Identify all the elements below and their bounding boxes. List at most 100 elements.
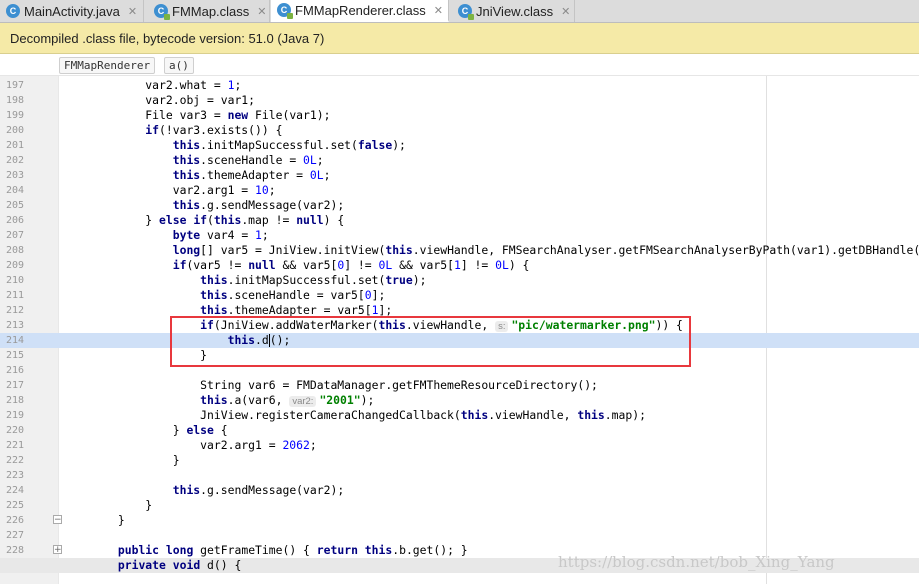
code-text: JniView.registerCameraChangedCallback(th…: [63, 408, 646, 422]
code-line[interactable]: 224 this.g.sendMessage(var2);: [0, 483, 919, 498]
close-icon[interactable]: ✕: [434, 4, 443, 17]
code-line[interactable]: 202 this.sceneHandle = 0L;: [0, 153, 919, 168]
code-line[interactable]: 198 var2.obj = var1;: [0, 93, 919, 108]
code-text: this.initMapSuccessful.set(false);: [172, 138, 406, 152]
fold-expand-icon[interactable]: +: [53, 545, 62, 555]
code-line[interactable]: 206 } else if(this.map != null) {: [0, 213, 919, 228]
code-text: this.themeAdapter = 0L;: [172, 168, 331, 182]
code-text: private void d() {: [117, 558, 242, 572]
code-line[interactable]: 197 var2.what = 1;: [0, 78, 919, 93]
banner-text: Decompiled .class file, bytecode version…: [10, 30, 325, 46]
code-line[interactable]: 223: [0, 468, 919, 483]
code-text: } else if(this.map != null) {: [63, 213, 345, 227]
breadcrumb-class[interactable]: FMMapRenderer: [59, 57, 156, 74]
highlight-box: [170, 316, 691, 367]
code-text: var2.what = 1;: [63, 78, 242, 92]
code-line[interactable]: 217 String var6 = FMDataManager.getFMThe…: [0, 378, 919, 393]
line-number: 211: [5, 290, 24, 301]
java-class-icon: C: [6, 4, 20, 18]
code-text: String var6 = FMDataManager.getFMThemeRe…: [63, 378, 598, 392]
close-icon[interactable]: ✕: [128, 5, 137, 18]
code-text: this.g.sendMessage(var2);: [172, 483, 345, 497]
line-number: 199: [5, 110, 24, 121]
line-number: 201: [5, 140, 24, 151]
line-number: 215: [5, 350, 24, 361]
code-line[interactable]: 200 if(!var3.exists()) {: [0, 123, 919, 138]
code-line[interactable]: 204 var2.arg1 = 10;: [0, 183, 919, 198]
compiled-class-icon: C: [154, 4, 170, 20]
code-text: this.g.sendMessage(var2);: [172, 198, 345, 212]
code-line[interactable]: 207 byte var4 = 1;: [0, 228, 919, 243]
line-number: 228: [5, 545, 24, 556]
breadcrumb-method[interactable]: a(): [164, 57, 194, 74]
code-text: this.sceneHandle = var5[0];: [200, 288, 386, 302]
line-number: 212: [5, 305, 24, 316]
line-number: 220: [5, 425, 24, 436]
line-number: 214: [5, 335, 24, 346]
code-text: File var3 = new File(var1);: [63, 108, 331, 122]
code-text: long[] var5 = JniView.initView(this.view…: [172, 243, 919, 257]
code-text: var2.arg1 = 10;: [63, 183, 276, 197]
code-text: }: [63, 513, 125, 527]
line-number: 208: [5, 245, 24, 256]
code-line[interactable]: 205 this.g.sendMessage(var2);: [0, 198, 919, 213]
line-number: 227: [5, 530, 24, 541]
line-number: 225: [5, 500, 24, 511]
editor-tab-bar: C MainActivity.java ✕ C FMMap.class ✕ C …: [0, 0, 919, 23]
line-number: 207: [5, 230, 24, 241]
code-line[interactable]: 222 }: [0, 453, 919, 468]
code-line[interactable]: 227: [0, 528, 919, 543]
code-text: this.sceneHandle = 0L;: [172, 153, 324, 167]
close-icon[interactable]: ✕: [257, 5, 266, 18]
decompiled-banner: Decompiled .class file, bytecode version…: [0, 23, 919, 54]
line-number: 209: [5, 260, 24, 271]
code-line[interactable]: 201 this.initMapSuccessful.set(false);: [0, 138, 919, 153]
line-number: 223: [5, 470, 24, 481]
breadcrumb: FMMapRenderer a(): [0, 55, 919, 76]
line-number: 213: [5, 320, 24, 331]
line-number: 216: [5, 365, 24, 376]
code-text: byte var4 = 1;: [172, 228, 269, 242]
code-line[interactable]: 226 }: [0, 513, 919, 528]
code-line[interactable]: 211 this.sceneHandle = var5[0];: [0, 288, 919, 303]
code-line[interactable]: 203 this.themeAdapter = 0L;: [0, 168, 919, 183]
tab-label: FMMapRenderer.class: [295, 2, 426, 18]
code-line[interactable]: 208 long[] var5 = JniView.initView(this.…: [0, 243, 919, 258]
code-text: this.a(var6, var2: "2001");: [200, 393, 375, 407]
code-line[interactable]: 210 this.initMapSuccessful.set(true);: [0, 273, 919, 288]
line-number: 205: [5, 200, 24, 211]
line-number: 198: [5, 95, 24, 106]
line-number: 197: [5, 80, 24, 91]
tab-fmmap[interactable]: C FMMap.class ✕: [148, 0, 270, 22]
code-text: } else {: [63, 423, 228, 437]
code-line[interactable]: 225 }: [0, 498, 919, 513]
code-line[interactable]: 199 File var3 = new File(var1);: [0, 108, 919, 123]
tab-mainactivity[interactable]: C MainActivity.java ✕: [0, 0, 144, 22]
code-text: var2.obj = var1;: [63, 93, 256, 107]
tab-label: MainActivity.java: [24, 3, 120, 19]
line-number: 200: [5, 125, 24, 136]
code-line[interactable]: 218 this.a(var6, var2: "2001");: [0, 393, 919, 408]
fold-marker-icon[interactable]: −: [53, 515, 62, 525]
tab-label: JniView.class: [476, 3, 554, 19]
tab-jniview[interactable]: C JniView.class ✕: [452, 0, 575, 22]
code-text: }: [63, 453, 180, 467]
line-number: 221: [5, 440, 24, 451]
line-number: 204: [5, 185, 24, 196]
code-text: if(!var3.exists()) {: [145, 123, 283, 137]
line-number: 217: [5, 380, 24, 391]
tab-label: FMMap.class: [172, 3, 250, 19]
line-number: 224: [5, 485, 24, 496]
tab-fmmaprenderer[interactable]: C FMMapRenderer.class ✕: [271, 0, 449, 22]
code-line[interactable]: 219 JniView.registerCameraChangedCallbac…: [0, 408, 919, 423]
line-number: 210: [5, 275, 24, 286]
code-line[interactable]: 221 var2.arg1 = 2062;: [0, 438, 919, 453]
line-number: 202: [5, 155, 24, 166]
code-line[interactable]: 220 } else {: [0, 423, 919, 438]
compiled-class-icon: C: [458, 4, 474, 20]
code-line[interactable]: 209 if(var5 != null && var5[0] != 0L && …: [0, 258, 919, 273]
line-number: 219: [5, 410, 24, 421]
line-number: 218: [5, 395, 24, 406]
close-icon[interactable]: ✕: [561, 5, 570, 18]
line-number: 226: [5, 515, 24, 526]
